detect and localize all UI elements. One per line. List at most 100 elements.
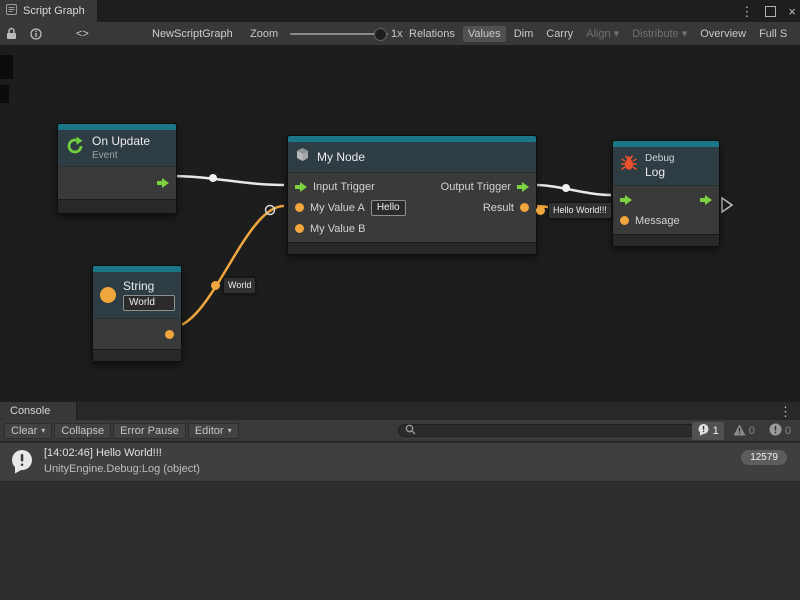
clear-button[interactable]: Clear ▾ xyxy=(4,423,52,439)
edit-code-icon[interactable]: <> xyxy=(76,22,89,45)
port-label: Output Trigger xyxy=(441,181,511,193)
graph-name-label: NewScriptGraph xyxy=(152,22,233,45)
wire-flow-dot xyxy=(209,174,217,182)
log-count: 1 xyxy=(713,425,719,437)
log-repeat-count-badge: 12579 xyxy=(741,450,787,465)
string-value-field[interactable]: World xyxy=(123,295,175,311)
node-footer xyxy=(288,242,536,254)
log-bubble-icon xyxy=(697,423,710,439)
info-icon[interactable] xyxy=(30,22,42,45)
zoom-slider-knob[interactable] xyxy=(374,28,387,41)
node-subtitle: Event xyxy=(92,150,150,161)
lock-icon[interactable] xyxy=(6,22,17,45)
values-button[interactable]: Values xyxy=(463,26,506,42)
trigger-input-port[interactable] xyxy=(620,195,632,205)
node-title: String xyxy=(123,280,175,293)
node-category: Debug xyxy=(645,153,674,164)
script-graph-icon xyxy=(6,4,17,18)
log-message-icon xyxy=(9,448,35,479)
window-controls: ⋮ × xyxy=(740,0,796,22)
editor-button[interactable]: Editor ▾ xyxy=(188,423,239,439)
node-string[interactable]: String World xyxy=(92,265,182,362)
node-footer xyxy=(613,234,719,246)
wire-value-text: Hello World!!! xyxy=(548,202,612,219)
wire-value-label-world: World xyxy=(211,277,256,294)
wire-value-label-hello-world: Hello World!!! xyxy=(536,202,612,219)
my-value-a-field[interactable]: Hello xyxy=(371,200,406,216)
tab-console[interactable]: Console xyxy=(0,402,77,420)
graph-canvas[interactable]: On Update Event xyxy=(0,45,800,402)
value-output-port[interactable] xyxy=(165,330,174,339)
unit-cube-icon xyxy=(295,147,310,167)
node-on-update[interactable]: On Update Event xyxy=(57,123,177,214)
unconnected-port-ring xyxy=(266,206,275,215)
collapse-label: Collapse xyxy=(61,425,104,437)
wire-flow-dot xyxy=(562,184,570,192)
console-menu-icon[interactable]: ⋮ xyxy=(779,404,792,420)
node-my-node[interactable]: My Node Input Trigger Output Trigger xyxy=(287,135,537,255)
node-title: My Node xyxy=(317,151,365,164)
node-footer xyxy=(58,199,176,213)
value-input-port[interactable] xyxy=(620,216,629,225)
value-input-port[interactable] xyxy=(295,203,304,212)
collapse-button[interactable]: Collapse xyxy=(54,423,111,439)
wire-value-dot xyxy=(536,206,545,215)
console-toolbar: Clear ▾ Collapse Error Pause Editor ▾ xyxy=(0,420,800,442)
error-circle-icon xyxy=(769,423,782,439)
relations-button[interactable]: Relations xyxy=(404,26,460,42)
unity-editor-window: Script Graph ⋮ × <> NewScriptGraph Zoom … xyxy=(0,0,800,600)
full-screen-button[interactable]: Full S xyxy=(754,26,792,42)
bug-icon xyxy=(620,155,638,177)
console-count-badges: 1 0 0 xyxy=(692,422,796,440)
value-input-port[interactable] xyxy=(295,224,304,233)
warning-count-toggle[interactable]: 0 xyxy=(728,423,760,440)
value-output-port[interactable] xyxy=(520,203,529,212)
log-entry-stacktrace: UnityEngine.Debug:Log (object) xyxy=(44,463,200,475)
zoom-label: Zoom xyxy=(250,22,278,45)
align-button[interactable]: Align ▾ xyxy=(581,25,624,42)
console-tab-strip: Console ⋮ xyxy=(0,402,800,421)
close-icon[interactable]: × xyxy=(788,4,796,19)
trigger-output-port[interactable] xyxy=(157,178,169,188)
log-count-toggle[interactable]: 1 xyxy=(692,422,724,440)
continue-triangle-icon xyxy=(722,198,732,212)
port-label: My Value B xyxy=(310,223,365,235)
trigger-output-port[interactable] xyxy=(517,182,529,192)
string-literal-icon xyxy=(100,287,116,303)
editor-label: Editor xyxy=(195,425,224,437)
on-update-icon xyxy=(65,136,85,161)
console-search xyxy=(398,424,703,437)
graph-toolbar: <> NewScriptGraph Zoom 1x Relations Valu… xyxy=(0,22,800,46)
chevron-down-icon: ▾ xyxy=(41,426,45,435)
window-tab-bar: Script Graph ⋮ × xyxy=(0,0,800,22)
log-entry-message: [14:02:46] Hello World!!! xyxy=(44,447,162,459)
dim-button[interactable]: Dim xyxy=(509,26,539,42)
error-pause-button[interactable]: Error Pause xyxy=(113,423,186,439)
window-menu-icon[interactable]: ⋮ xyxy=(740,5,753,18)
distribute-button[interactable]: Distribute ▾ xyxy=(627,25,692,42)
wire-string-to-myvaluea xyxy=(170,206,284,328)
node-debug-log[interactable]: Debug Log Message xyxy=(612,140,720,247)
port-label: My Value A xyxy=(310,202,365,214)
port-label: Result xyxy=(483,202,514,214)
overview-button[interactable]: Overview xyxy=(695,26,751,42)
trigger-input-port[interactable] xyxy=(295,182,307,192)
trigger-output-port[interactable] xyxy=(700,195,712,205)
maximize-icon[interactable] xyxy=(765,6,776,17)
wire-value-dot xyxy=(211,281,220,290)
tab-script-graph[interactable]: Script Graph xyxy=(0,0,98,22)
console-search-input[interactable] xyxy=(420,424,696,437)
tab-label: Script Graph xyxy=(23,5,85,17)
node-footer xyxy=(93,349,181,361)
console-tab-label: Console xyxy=(10,405,50,417)
canvas-artifact xyxy=(0,55,13,79)
chevron-down-icon: ▾ xyxy=(228,426,232,435)
console-log-entry[interactable]: [14:02:46] Hello World!!! UnityEngine.De… xyxy=(0,443,800,482)
error-count-toggle[interactable]: 0 xyxy=(764,422,796,440)
wire-value-text: World xyxy=(223,277,256,294)
wire-onupdate-to-mynode xyxy=(170,176,284,185)
zoom-value: 1x xyxy=(391,22,403,45)
wire-mynode-to-debug xyxy=(536,185,611,195)
carry-button[interactable]: Carry xyxy=(541,26,578,42)
port-label: Message xyxy=(635,215,680,227)
